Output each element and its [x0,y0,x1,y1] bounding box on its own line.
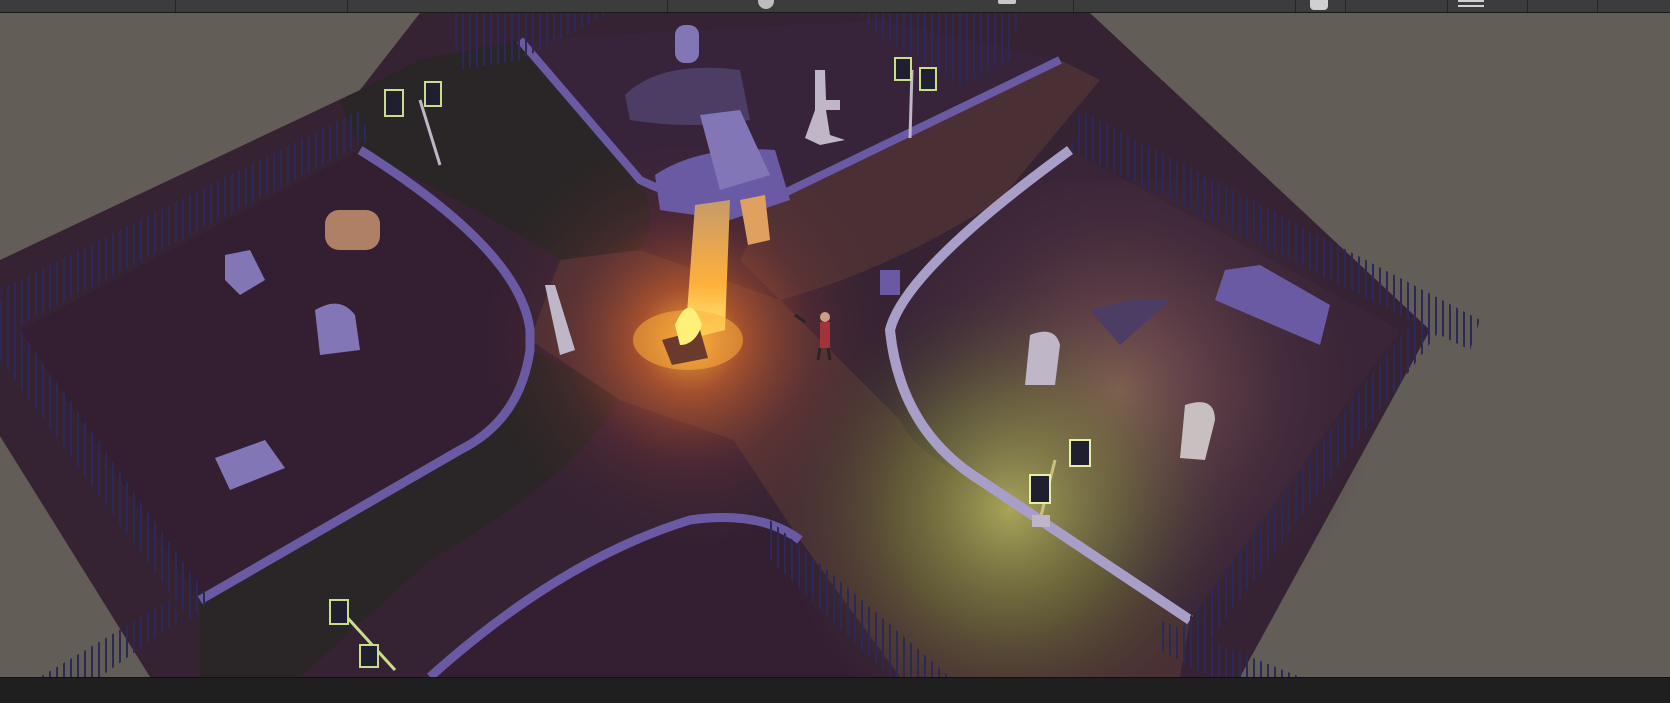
toolbar-segment-menu[interactable] [1448,0,1528,12]
graveyard-scene [0,13,1670,677]
toolbar-segment-gizmo[interactable] [1296,0,1346,12]
tombstone-warm [325,210,380,250]
toolbar-segment-display[interactable] [176,0,348,12]
toolbar-segment-play-focused[interactable] [1074,0,1296,12]
toolbar-segment-shading[interactable] [0,0,176,12]
toolbar-segment-aspect[interactable] [348,0,668,12]
tombstone [675,25,699,63]
small-tombstone [880,270,900,295]
bottom-status-bar [0,677,1670,703]
toolbar-segment-gizmos[interactable] [1598,0,1670,12]
tombstone-lit [1025,331,1060,385]
menu-icon [1458,0,1484,2]
scale-slider-handle[interactable] [758,0,774,9]
scene-toolbar [0,0,1670,13]
game-viewport[interactable] [0,13,1670,677]
toolbar-segment-scale[interactable] [668,0,1074,12]
toolbar-segment-blank [1346,0,1448,12]
menu-icon-line [1458,5,1484,7]
toolbar-segment-stats[interactable] [1528,0,1598,12]
gizmo-sphere-icon [1310,0,1328,10]
more-options-icon[interactable] [998,0,1016,4]
